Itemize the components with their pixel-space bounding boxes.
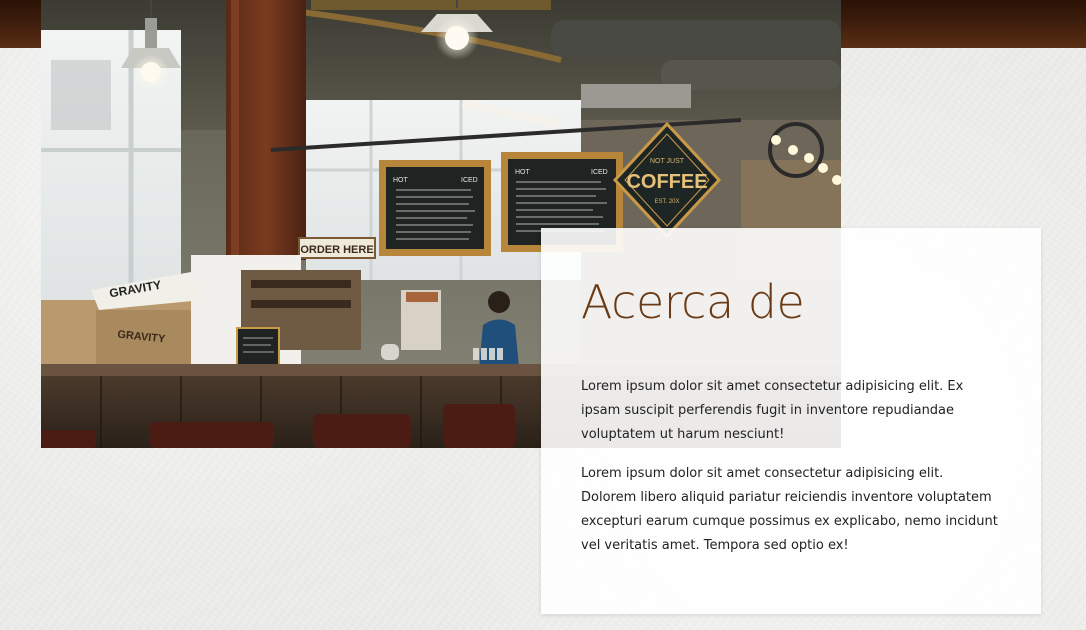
spotlight: [771, 135, 781, 145]
coffee-sign-bottom-text: EST. 20X: [654, 199, 679, 205]
coffee-sign-main-text: COFFEE: [626, 171, 707, 193]
small-chalkboard: [236, 327, 280, 367]
menu-left-header-hot: HOT: [393, 177, 409, 184]
order-here-text: ORDER HERE: [300, 244, 373, 256]
menu-board-left: HOT ICED: [379, 160, 491, 256]
about-title: Acerca de: [581, 275, 805, 329]
menu-left-header-iced: ICED: [461, 177, 478, 184]
ceiling-duct: [551, 20, 841, 58]
about-paragraph-2: Lorem ipsum dolor sit amet consectetur a…: [581, 466, 998, 553]
order-here-sign: ORDER HERE: [298, 237, 376, 259]
coffee-sign-top-text: NOT JUST: [650, 158, 685, 165]
about-paragraph-1: Lorem ipsum dolor sit amet consectetur a…: [581, 379, 964, 442]
about-card: Acerca de Lorem ipsum dolor sit amet con…: [541, 228, 1041, 614]
menu-right-header-iced: ICED: [591, 169, 608, 176]
menu-right-header-hot: HOT: [515, 169, 531, 176]
